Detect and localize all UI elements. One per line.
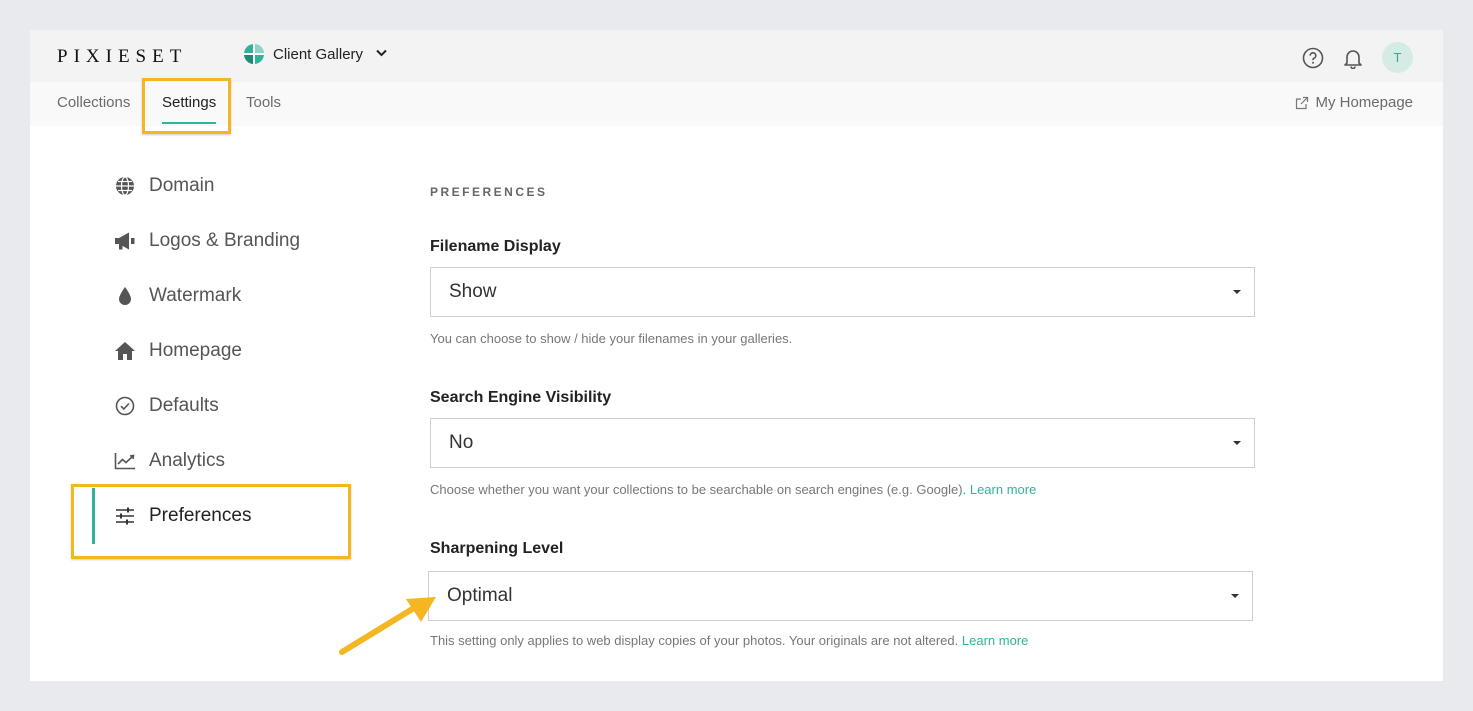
learn-more-link[interactable]: Learn more bbox=[962, 633, 1028, 648]
line-chart-icon bbox=[114, 450, 136, 472]
tab-tools[interactable]: Tools bbox=[246, 94, 281, 111]
sub-nav: Collections Settings Tools My Homepage bbox=[30, 82, 1443, 126]
sidebar-item-logos-branding[interactable]: Logos & Branding bbox=[114, 230, 300, 252]
sidebar-item-watermark[interactable]: Watermark bbox=[114, 285, 241, 307]
top-bar: PIXIESET Client Gallery T bbox=[30, 30, 1443, 82]
sidebar-item-homepage[interactable]: Homepage bbox=[114, 340, 242, 362]
caret-down-icon bbox=[1233, 441, 1241, 445]
chevron-down-icon bbox=[376, 48, 387, 60]
sidebar-item-label: Domain bbox=[149, 175, 215, 196]
sidebar-item-label: Preferences bbox=[149, 505, 252, 526]
caret-down-icon bbox=[1231, 594, 1239, 598]
sidebar-item-domain[interactable]: Domain bbox=[114, 175, 214, 197]
help-text: Choose whether you want your collections… bbox=[430, 482, 967, 497]
product-name: Client Gallery bbox=[273, 45, 364, 63]
sidebar-item-preferences[interactable]: Preferences bbox=[114, 505, 251, 527]
help-text: You can choose to show / hide your filen… bbox=[430, 331, 793, 346]
globe-icon bbox=[114, 175, 136, 197]
header-actions: T bbox=[1302, 42, 1413, 73]
sharpening-level-label: Sharpening Level bbox=[430, 540, 564, 557]
my-homepage-label: My Homepage bbox=[1315, 94, 1413, 111]
pixieset-logo[interactable]: PIXIESET bbox=[57, 46, 187, 68]
check-circle-icon bbox=[114, 395, 136, 417]
learn-more-link[interactable]: Learn more bbox=[970, 482, 1036, 497]
active-tab-indicator bbox=[162, 122, 216, 124]
select-value: Show bbox=[449, 281, 497, 302]
sidebar-item-label: Watermark bbox=[149, 285, 242, 306]
sharpening-level-help: This setting only applies to web display… bbox=[430, 633, 1028, 648]
sidebar-item-label: Analytics bbox=[149, 450, 226, 471]
search-engine-visibility-select[interactable]: No bbox=[430, 418, 1255, 468]
sharpening-level-select[interactable]: Optimal bbox=[428, 571, 1253, 621]
droplet-icon bbox=[114, 285, 136, 307]
external-link-icon bbox=[1296, 96, 1309, 109]
sidebar-item-label: Logos & Branding bbox=[149, 230, 301, 251]
filename-display-select[interactable]: Show bbox=[430, 267, 1255, 317]
sidebar-item-defaults[interactable]: Defaults bbox=[114, 395, 219, 417]
avatar[interactable]: T bbox=[1382, 42, 1413, 73]
home-icon bbox=[114, 340, 136, 362]
select-value: Optimal bbox=[447, 585, 513, 606]
help-circle-icon[interactable] bbox=[1302, 47, 1324, 69]
help-text: This setting only applies to web display… bbox=[430, 633, 959, 648]
sliders-icon bbox=[114, 505, 136, 527]
megaphone-icon bbox=[114, 230, 136, 252]
sidebar-item-label: Homepage bbox=[149, 340, 242, 361]
search-engine-visibility-help: Choose whether you want your collections… bbox=[430, 482, 1036, 497]
search-engine-visibility-label: Search Engine Visibility bbox=[430, 389, 612, 406]
tab-collections[interactable]: Collections bbox=[57, 94, 130, 111]
bell-icon[interactable] bbox=[1342, 47, 1364, 69]
active-sidebar-indicator bbox=[92, 488, 95, 544]
filename-display-help: You can choose to show / hide your filen… bbox=[430, 331, 792, 346]
tab-settings[interactable]: Settings bbox=[162, 94, 216, 111]
annotation-arrow-icon bbox=[339, 597, 436, 655]
my-homepage-link[interactable]: My Homepage bbox=[1295, 94, 1413, 111]
client-gallery-icon bbox=[244, 44, 264, 64]
caret-down-icon bbox=[1233, 290, 1241, 294]
section-title: PREFERENCES bbox=[430, 185, 548, 199]
sidebar-item-label: Defaults bbox=[149, 395, 219, 416]
app-frame: PIXIESET Client Gallery T Collections Se… bbox=[30, 30, 1443, 681]
select-value: No bbox=[449, 432, 474, 453]
sidebar-item-analytics[interactable]: Analytics bbox=[114, 450, 225, 472]
filename-display-label: Filename Display bbox=[430, 238, 561, 255]
product-switcher[interactable]: Client Gallery bbox=[244, 44, 387, 64]
